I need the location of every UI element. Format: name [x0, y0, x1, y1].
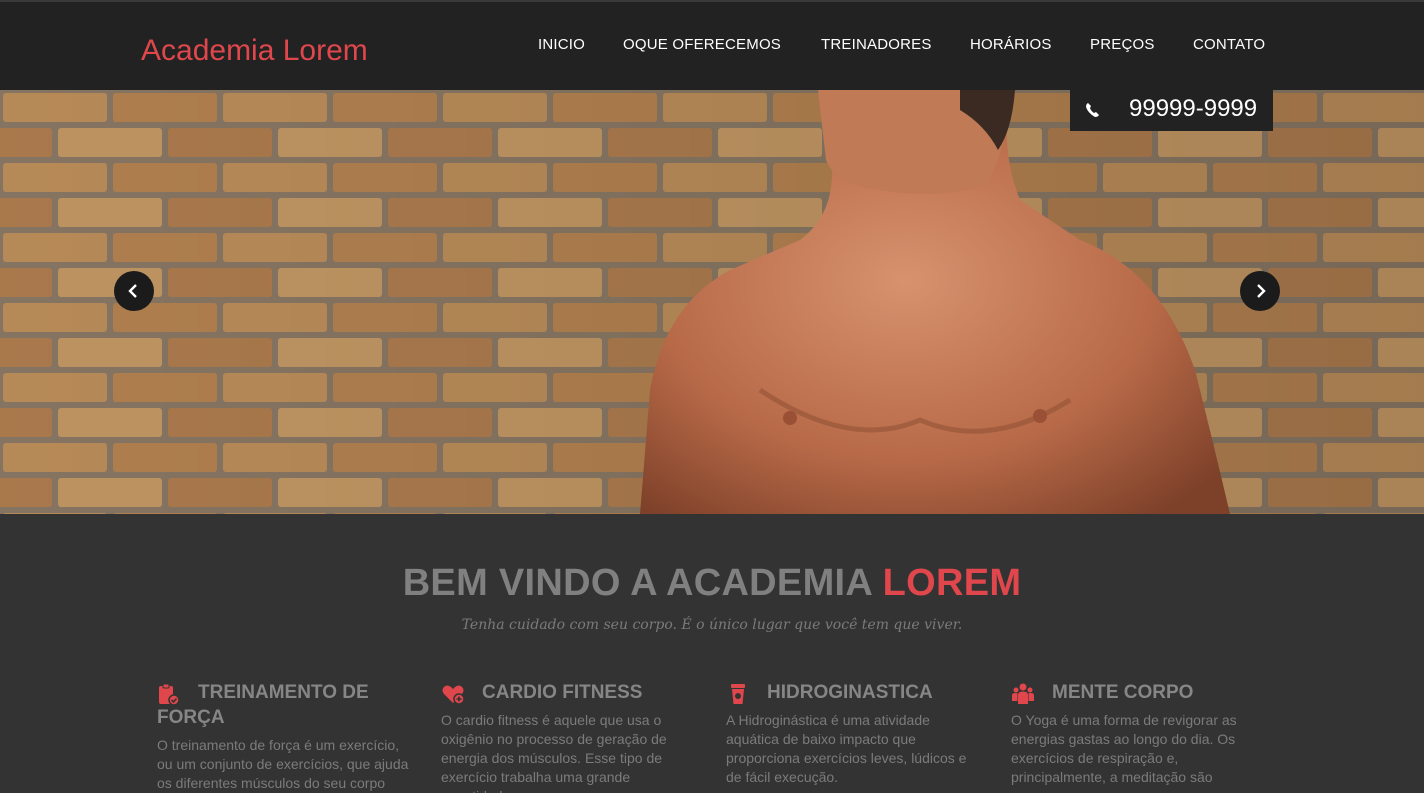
feature-card-forca: TREINAMENTO DE FORÇA O treinamento de fo…: [157, 680, 415, 793]
feature-title: HIDROGINASTICA: [767, 682, 933, 703]
slider-next-button[interactable]: [1240, 271, 1280, 311]
feature-title: MENTE CORPO: [1052, 682, 1194, 703]
welcome-title-accent: LOREM: [882, 562, 1022, 604]
welcome-section: BEM VINDO A ACADEMIA LOREM Tenha cuidado…: [0, 514, 1424, 793]
cup-icon: [731, 684, 745, 704]
heart-plus-icon: [442, 685, 465, 705]
site-header: Academia Lorem INICIO OQUE OFERECEMOS TR…: [0, 0, 1424, 90]
feature-title: TREINAMENTO DE FORÇA: [157, 682, 369, 728]
chevron-left-icon: [128, 284, 137, 298]
hero-slider: [0, 90, 1424, 514]
phone-badge[interactable]: 99999-9999: [1070, 90, 1273, 131]
phone-icon: [1086, 103, 1099, 117]
hero-image: [0, 90, 1424, 514]
nav-item-horarios[interactable]: HORÁRIOS: [970, 36, 1052, 53]
nav-item-oque-oferecemos[interactable]: OQUE OFERECEMOS: [623, 36, 781, 53]
feature-card-hidroginastica: HIDROGINASTICA A Hidroginástica é uma at…: [726, 680, 984, 787]
feature-title: CARDIO FITNESS: [482, 682, 643, 703]
chevron-right-icon: [1257, 284, 1266, 298]
feature-card-cardio: CARDIO FITNESS O cardio fitness é aquele…: [441, 680, 699, 793]
clipboard-check-icon: [159, 683, 180, 706]
slider-prev-button[interactable]: [114, 271, 154, 311]
welcome-title: BEM VINDO A ACADEMIA LOREM: [0, 562, 1424, 605]
nav-item-treinadores[interactable]: TREINADORES: [821, 36, 932, 53]
welcome-title-main: BEM VINDO A ACADEMIA: [402, 562, 883, 604]
nav-item-contato[interactable]: CONTATO: [1193, 36, 1265, 53]
feature-text: O Yoga é uma forma de revigorar as energ…: [1011, 712, 1237, 785]
nav-item-inicio[interactable]: INICIO: [538, 36, 585, 53]
feature-text: O treinamento de força é um exercício, o…: [157, 737, 409, 791]
feature-text: O cardio fitness é aquele que usa o oxig…: [441, 712, 667, 793]
nav-item-precos[interactable]: PREÇOS: [1090, 36, 1155, 53]
group-icon: [1012, 683, 1034, 704]
main-nav: INICIO OQUE OFERECEMOS TREINADORES HORÁR…: [0, 36, 1424, 56]
welcome-subtitle: Tenha cuidado com seu corpo. É o único l…: [461, 617, 963, 633]
feature-text: A Hidroginástica é uma atividade aquátic…: [726, 712, 967, 785]
feature-card-mente-corpo: MENTE CORPO O Yoga é uma forma de revigo…: [1011, 680, 1269, 787]
phone-number: 99999-9999: [1129, 95, 1258, 122]
